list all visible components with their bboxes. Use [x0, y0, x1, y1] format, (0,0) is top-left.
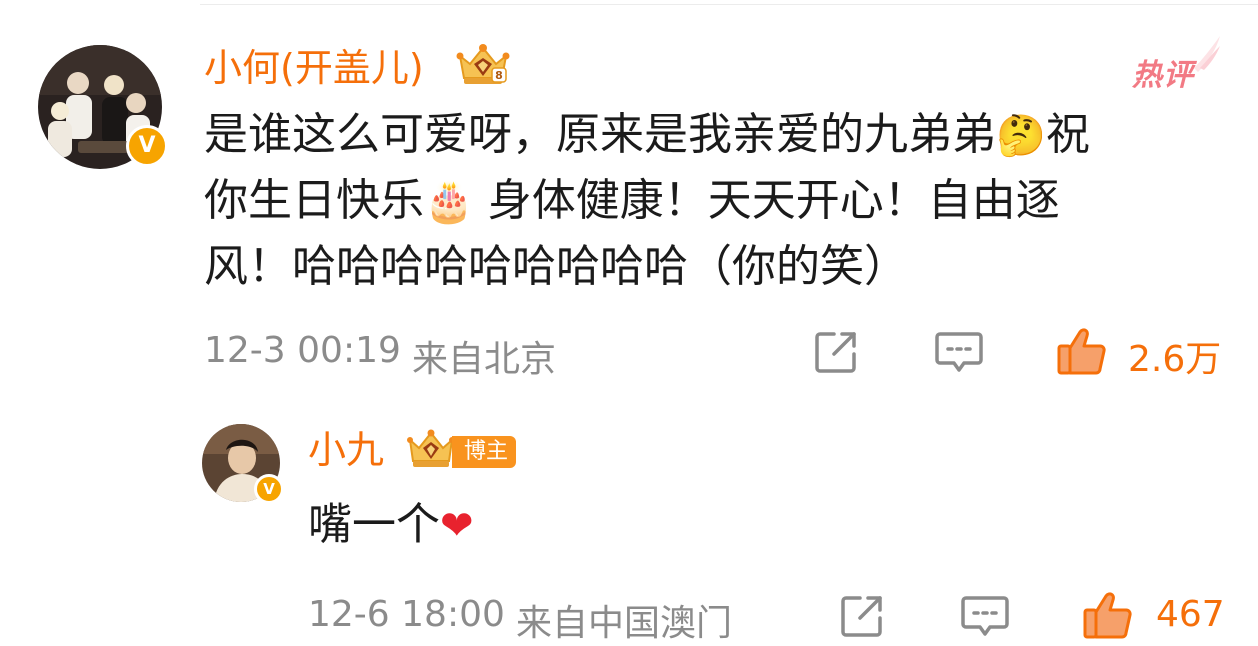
reply-like-count: 467 — [1156, 594, 1225, 635]
comment-text-line-1b: 祝 — [1045, 109, 1090, 160]
comment-icon[interactable] — [934, 328, 984, 376]
replier-verified-badge-icon: V — [254, 474, 284, 504]
reply-share-icon[interactable] — [838, 592, 886, 640]
share-icon[interactable] — [812, 328, 860, 376]
comment-text-line-1: 是谁这么可爱呀，原来是我亲爱的九弟弟 — [204, 109, 996, 160]
heart-emoji-icon: ❤ — [440, 503, 474, 549]
replier-username[interactable]: 小九 — [308, 424, 384, 476]
comment-text-line-3: 风！哈哈哈哈哈哈哈哈哈（你的笑） — [204, 241, 908, 292]
commenter-avatar[interactable]: V — [38, 45, 168, 169]
reply-text: 嘴一个❤ — [308, 494, 474, 557]
comment-text-line-3-wrap: 风！哈哈哈哈哈哈哈哈哈（你的笑） — [204, 236, 908, 298]
hot-comment-tag: 热评 — [1132, 58, 1194, 93]
comment-location: 来自北京 — [412, 339, 557, 380]
reply-thumbs-up-icon[interactable] — [1082, 590, 1134, 640]
verified-badge-icon: V — [126, 125, 168, 167]
top-divider — [200, 4, 1258, 5]
svg-text:8: 8 — [495, 69, 503, 82]
thumbs-up-icon[interactable] — [1056, 326, 1108, 376]
comment-text-line-2: 你生日快乐 — [204, 175, 424, 226]
hot-tag-decoration-icon — [1194, 36, 1220, 72]
reply-text-content: 嘴一个 — [308, 499, 440, 550]
reply-comment-icon[interactable] — [960, 592, 1010, 640]
smirk-emoji-icon: 🤔 — [996, 113, 1046, 159]
commenter-username[interactable]: 小何(开盖儿) — [204, 42, 424, 94]
crown-level-icon: 8 — [456, 44, 510, 84]
replier-avatar[interactable]: V — [202, 424, 284, 504]
blogger-role-badge: 博主 — [452, 436, 517, 468]
comment-like-count: 2.6万 — [1128, 339, 1222, 380]
comment-timestamp: 12-3 00:19 — [204, 330, 401, 371]
reply-timestamp: 12-6 18:00 — [308, 594, 505, 635]
birthday-cake-emoji-icon: 🎂 — [424, 179, 474, 225]
comment-text-line-2b: 身体健康！天天开心！自由逐 — [473, 175, 1060, 226]
comment-text: 是谁这么可爱呀，原来是我亲爱的九弟弟🤔祝 — [204, 104, 1090, 167]
comment-text-line-2-wrap: 你生日快乐🎂 身体健康！天天开心！自由逐 — [204, 170, 1060, 233]
reply-location: 来自中国澳门 — [516, 603, 733, 644]
